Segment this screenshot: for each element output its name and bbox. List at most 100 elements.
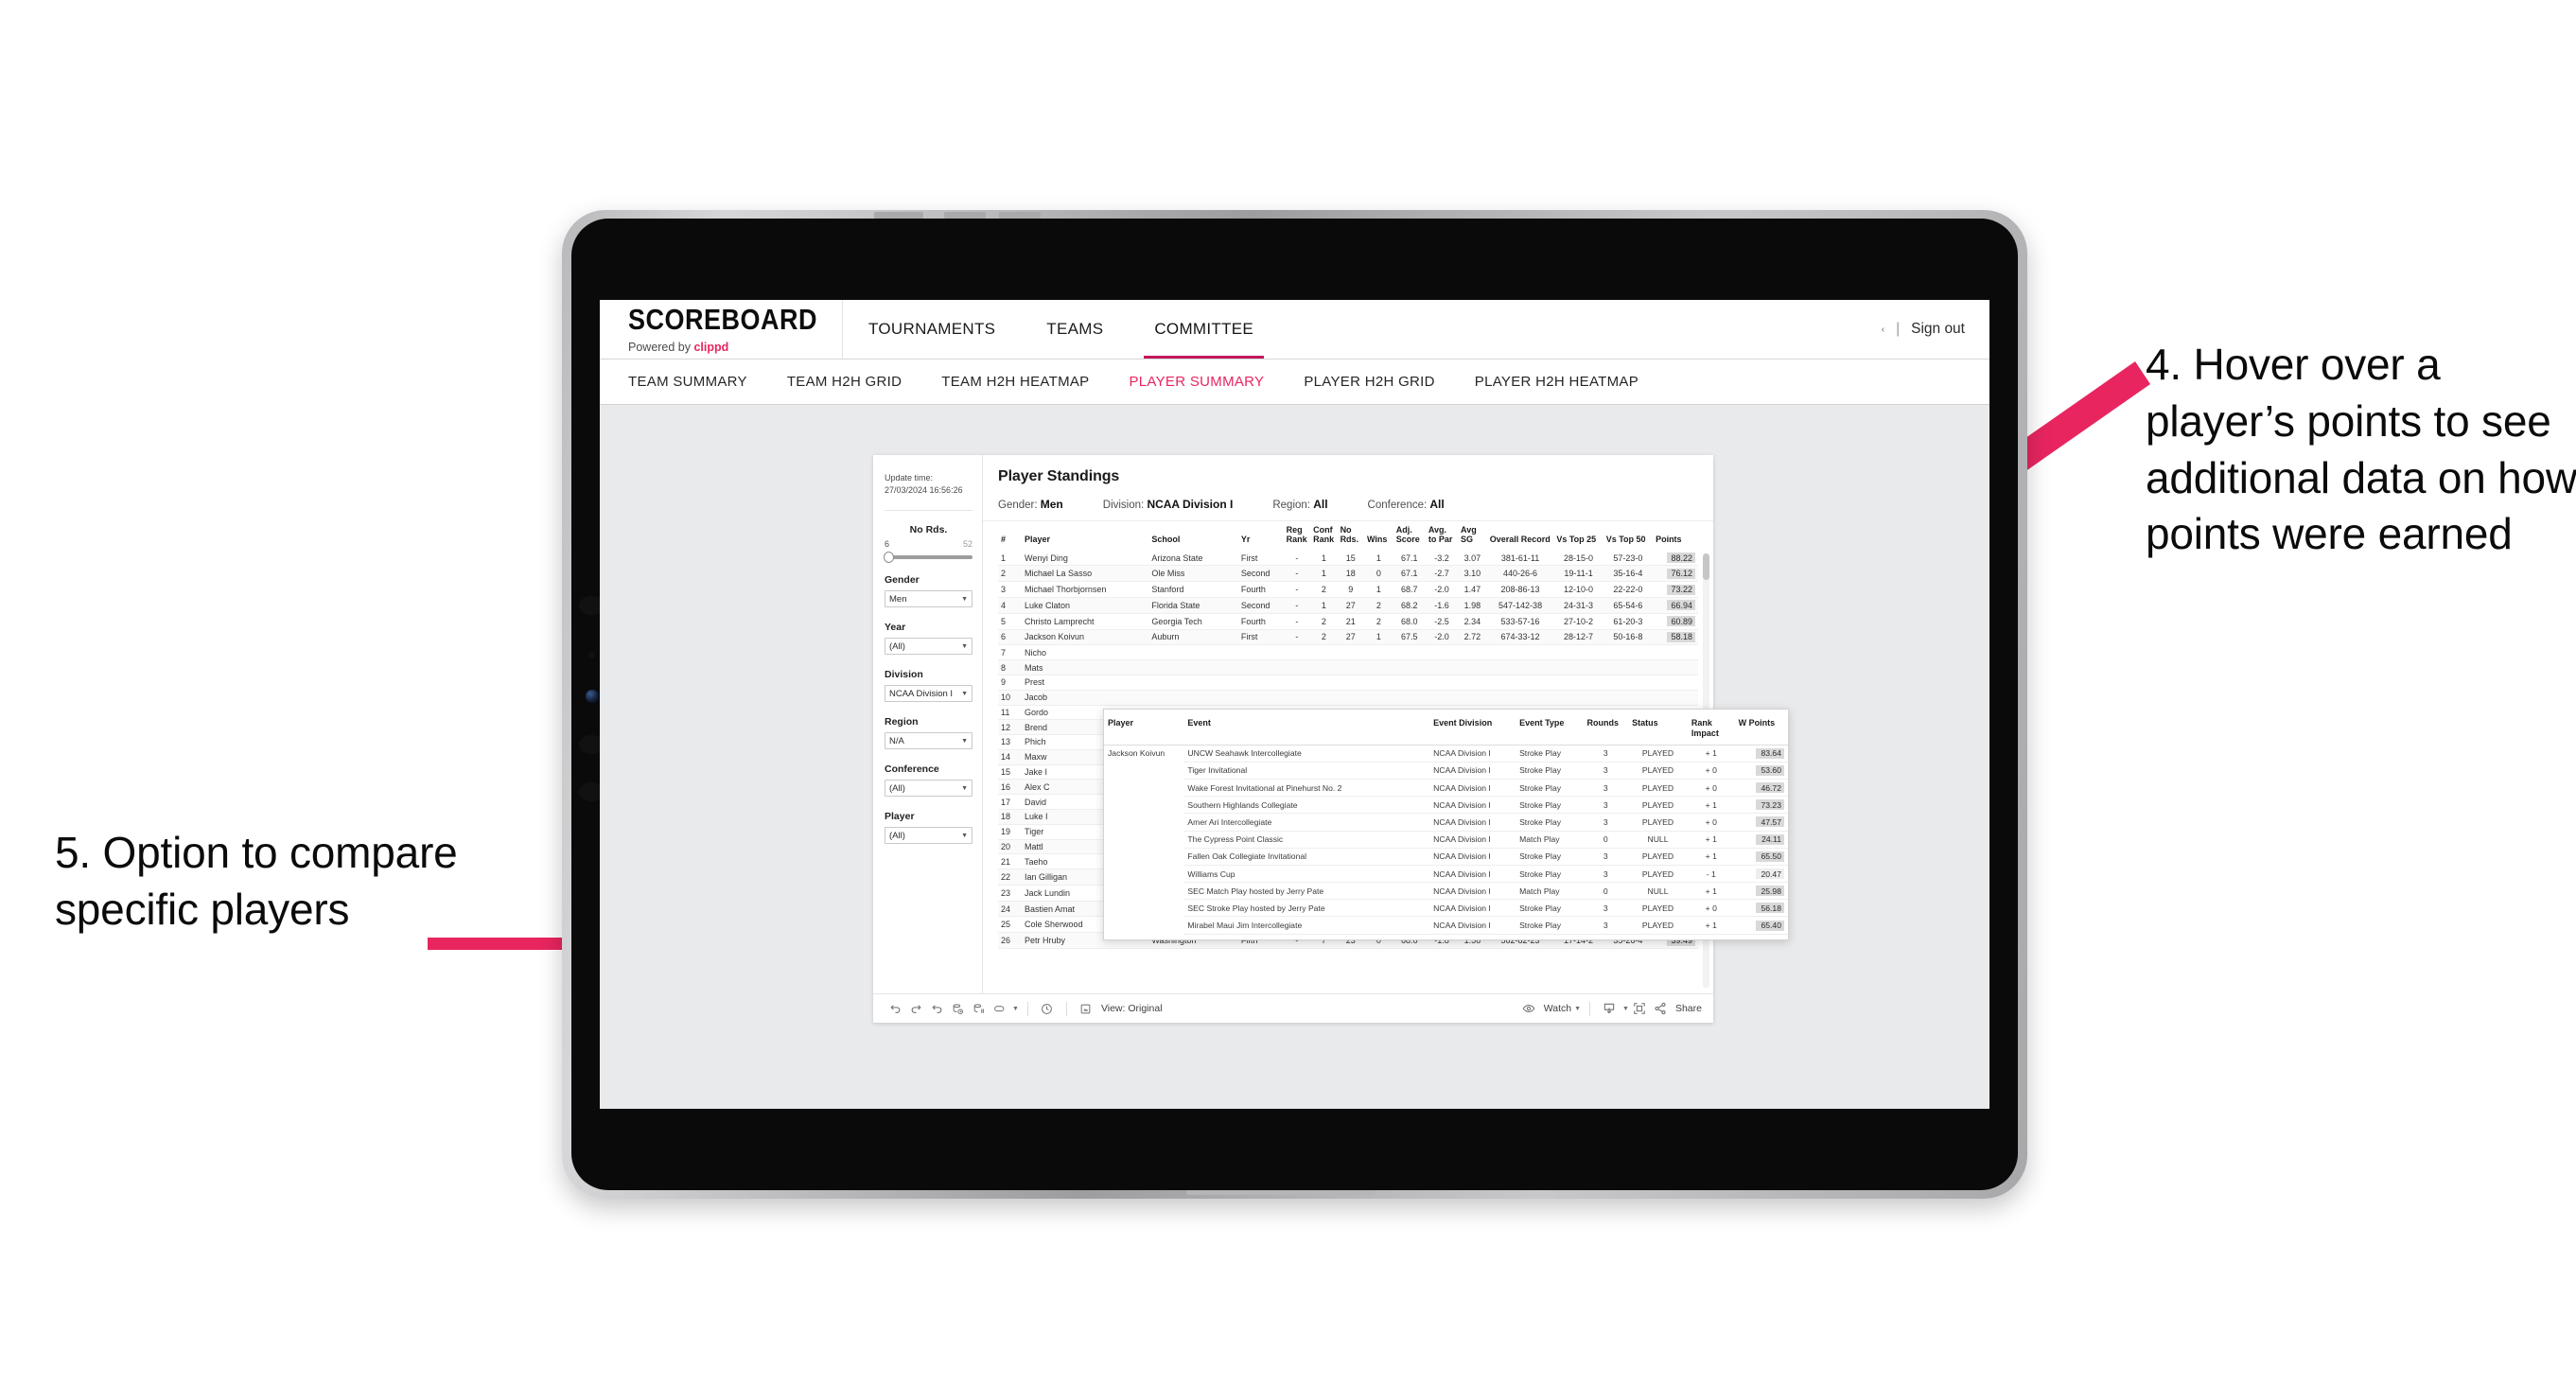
summary-conference: Conference: All — [1368, 498, 1445, 511]
filter-region-select[interactable]: N/A ▼ — [885, 732, 973, 750]
slider-track[interactable] — [884, 552, 973, 564]
tab-player-h2h-grid[interactable]: PLAYER H2H GRID — [1304, 374, 1434, 390]
clock-icon[interactable] — [1037, 998, 1058, 1019]
standings-col-9[interactable]: Avg. to Par — [1426, 521, 1458, 551]
standings-col-7[interactable]: Wins — [1364, 521, 1393, 551]
tab-team-summary[interactable]: TEAM SUMMARY — [628, 374, 747, 390]
scrollbar-thumb[interactable] — [1703, 553, 1709, 580]
cell-points[interactable] — [1653, 690, 1698, 706]
standings-col-8[interactable]: Adj. Score — [1393, 521, 1426, 551]
table-row[interactable]: 7 Nicho — [998, 644, 1698, 661]
tooltip-row: Tiger Invitational NCAA Division I Stroke … — [1104, 762, 1788, 780]
pause-updates-icon[interactable] — [968, 998, 989, 1019]
cell: 1 — [1310, 597, 1338, 614]
chevron-down-icon[interactable]: ▼ — [1622, 1006, 1629, 1012]
share-icon[interactable] — [1650, 998, 1671, 1019]
cell-points[interactable]: 60.89 — [1653, 613, 1698, 630]
cell: 22-22-0 — [1603, 581, 1654, 599]
sign-out-button[interactable]: Sign out — [1911, 321, 1965, 338]
brand-logo[interactable]: SCOREBOARD Powered by clippd — [600, 300, 844, 359]
chevron-left-icon[interactable]: ‹ — [1882, 325, 1884, 335]
table-row[interactable]: 5 Christo Lamprecht Georgia Tech Fourth -2 21… — [998, 613, 1698, 630]
watch-label[interactable]: Watch — [1544, 1003, 1571, 1014]
nav-committee[interactable]: COMMITTEE — [1129, 300, 1279, 359]
summary-gender-label: Gender: — [998, 500, 1038, 511]
standings-col-1[interactable]: Player — [1022, 521, 1148, 551]
view-icon[interactable] — [1076, 998, 1096, 1019]
fullscreen-icon[interactable] — [1629, 998, 1650, 1019]
cell-points[interactable] — [1653, 659, 1698, 675]
tooltip-cell: NCAA Division I — [1429, 865, 1516, 884]
standings-col-6[interactable]: No Rds. — [1338, 521, 1364, 551]
viz-main: Player Standings Gender: Men Division: N… — [983, 455, 1789, 993]
revert-icon[interactable] — [926, 998, 947, 1019]
cell-points[interactable]: 73.22 — [1653, 581, 1698, 599]
points-chip[interactable]: 60.89 — [1667, 616, 1695, 627]
table-row[interactable]: 2 Michael La Sasso Ole Miss Second -1 18 0 67.1… — [998, 565, 1698, 583]
points-chip[interactable]: 88.22 — [1667, 553, 1695, 564]
standings-col-12[interactable]: Vs Top 25 — [1553, 521, 1603, 551]
table-row[interactable]: 6 Jackson Koivun Auburn First -2 27 1 67.5 -2.0 2… — [998, 629, 1698, 646]
tab-player-summary[interactable]: PLAYER SUMMARY — [1129, 374, 1264, 390]
refresh-data-icon[interactable] — [947, 998, 968, 1019]
chevron-down-icon[interactable]: ▼ — [1574, 1006, 1581, 1012]
tooltip-points-chip: 53.60 — [1756, 764, 1784, 776]
points-chip[interactable]: 66.94 — [1667, 600, 1695, 611]
tab-team-h2h-heatmap[interactable]: TEAM H2H HEATMAP — [941, 374, 1089, 390]
cell-player: Jackson Koivun — [1022, 629, 1149, 646]
tooltip-cell: + 1 — [1687, 848, 1735, 866]
view-original-label[interactable]: View: Original — [1101, 1003, 1163, 1014]
nav-teams[interactable]: TEAMS — [1021, 300, 1129, 359]
points-chip[interactable]: 76.12 — [1667, 568, 1695, 579]
filter-division-select[interactable]: NCAA Division I ▼ — [885, 685, 973, 703]
points-chip[interactable]: 73.22 — [1667, 584, 1695, 595]
cell-points[interactable]: 88.22 — [1653, 550, 1698, 567]
device-layout-icon[interactable] — [989, 998, 1009, 1019]
table-row[interactable]: 4 Luke Claton Florida State Second -1 27 2 68.2… — [998, 597, 1698, 614]
table-row[interactable]: 3 Michael Thorbjornsen Stanford Fourth -2 9 1 6… — [998, 581, 1698, 599]
cell-points[interactable] — [1653, 644, 1698, 661]
table-row[interactable]: 1 Wenyi Ding Arizona State First -1 15 1 67.1 -3… — [998, 550, 1698, 567]
tab-player-h2h-heatmap[interactable]: PLAYER H2H HEATMAP — [1475, 374, 1638, 390]
tooltip-cell: PLAYED — [1628, 848, 1688, 866]
redo-icon[interactable] — [905, 998, 926, 1019]
tab-team-h2h-grid[interactable]: TEAM H2H GRID — [787, 374, 902, 390]
filter-conference-select[interactable]: (All) ▼ — [885, 780, 973, 798]
summary-region-label: Region: — [1272, 500, 1310, 511]
standings-col-11[interactable]: Overall Record — [1487, 521, 1554, 551]
standings-col-14[interactable]: Points — [1653, 521, 1698, 551]
no-rounds-slider[interactable]: No Rds. 6 52 — [884, 524, 973, 564]
cell: 533-57-16 — [1486, 613, 1554, 630]
standings-col-10[interactable]: Avg SG — [1458, 521, 1487, 551]
cell-points[interactable]: 66.94 — [1653, 597, 1698, 614]
standings-col-13[interactable]: Vs Top 50 — [1603, 521, 1653, 551]
share-label[interactable]: Share — [1675, 1003, 1702, 1014]
cell — [1364, 675, 1393, 691]
chevron-down-icon[interactable]: ▼ — [1012, 1006, 1019, 1012]
points-chip[interactable]: 58.18 — [1667, 631, 1695, 642]
tooltip-cell: + 1 — [1687, 796, 1735, 815]
cell-points[interactable]: 76.12 — [1653, 565, 1698, 583]
standings-col-4[interactable]: Reg Rank — [1284, 521, 1310, 551]
cell-points[interactable]: 58.18 — [1653, 629, 1698, 646]
slider-handle[interactable] — [884, 552, 894, 564]
nav-tournaments[interactable]: TOURNAMENTS — [843, 300, 1021, 359]
standings-col-2[interactable]: School — [1148, 521, 1237, 551]
table-row[interactable]: 8 Mats — [998, 659, 1698, 675]
cell-points[interactable] — [1653, 675, 1698, 691]
undo-icon[interactable] — [885, 998, 905, 1019]
table-row[interactable]: 10 Jacob — [998, 690, 1698, 706]
tooltip-points-chip: 20.47 — [1756, 868, 1784, 879]
watch-eye-icon[interactable] — [1518, 998, 1539, 1019]
standings-col-0[interactable]: # — [998, 521, 1022, 551]
standings-col-3[interactable]: Yr — [1238, 521, 1284, 551]
filter-year-select[interactable]: (All) ▼ — [885, 638, 973, 656]
table-row[interactable]: 9 Prest — [998, 675, 1698, 691]
filter-gender-select[interactable]: Men ▼ — [885, 590, 973, 608]
cell: -2.5 — [1425, 613, 1459, 630]
standings-col-5[interactable]: Conf Rank — [1310, 521, 1337, 551]
cell — [1603, 690, 1654, 706]
download-icon[interactable] — [1599, 998, 1620, 1019]
filter-player-select[interactable]: (All) ▼ — [885, 827, 973, 845]
cell: First — [1237, 629, 1284, 646]
